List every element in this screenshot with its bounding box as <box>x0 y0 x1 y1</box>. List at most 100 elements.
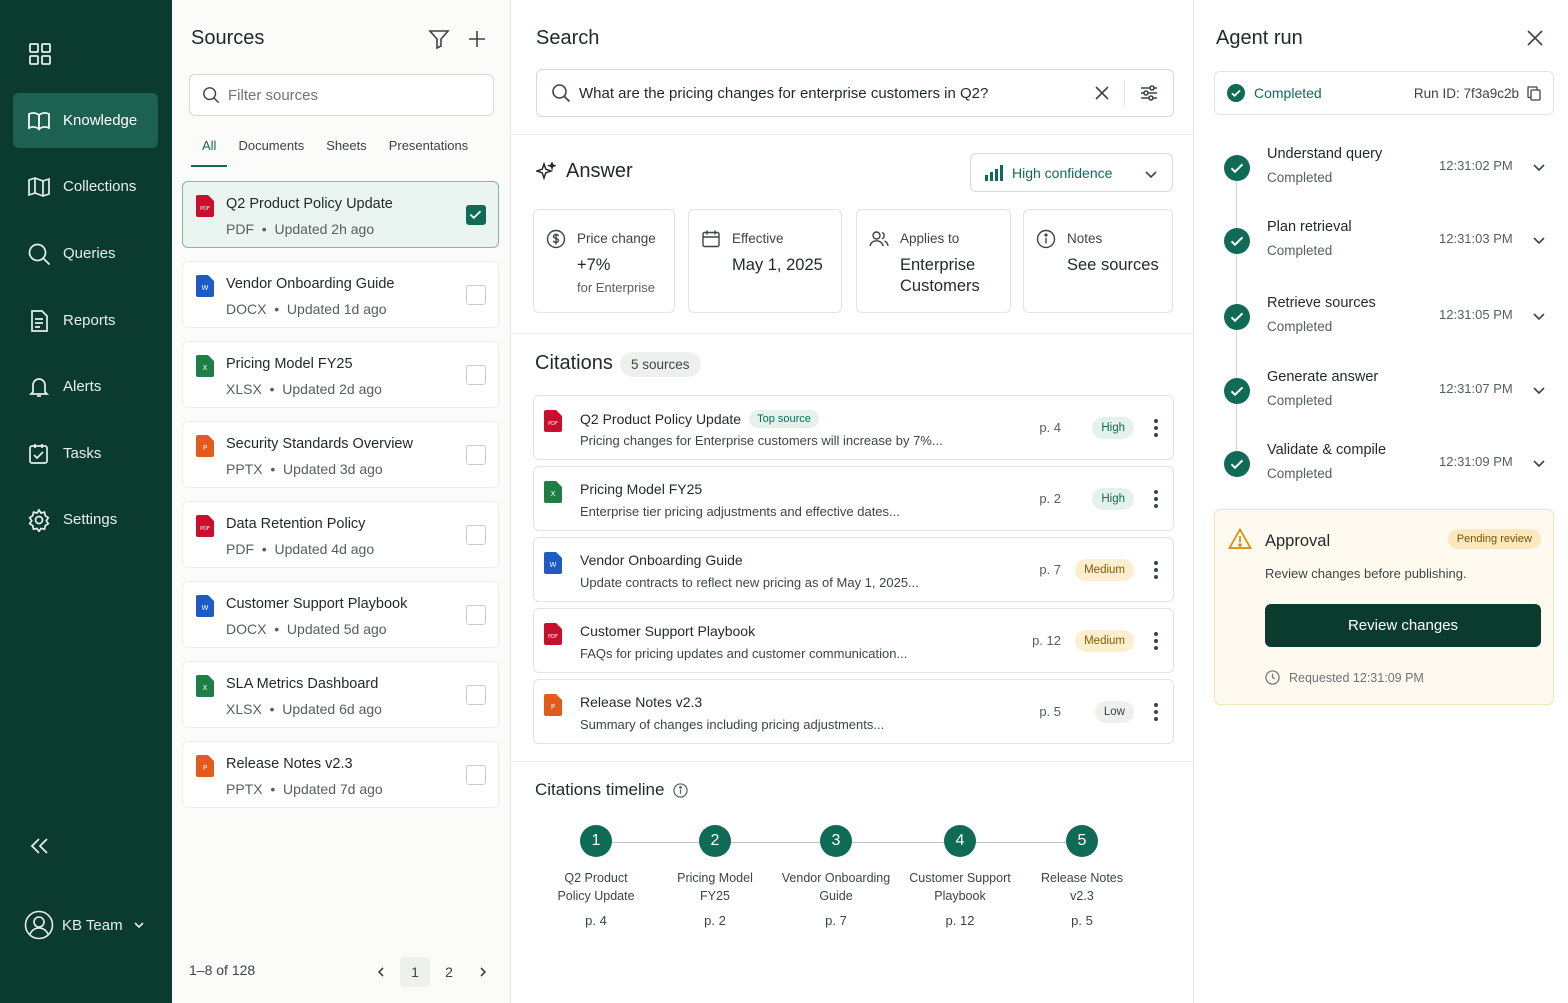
tab-documents[interactable]: Documents <box>227 138 315 167</box>
search-icon <box>552 84 571 103</box>
timeline-node[interactable]: 5 <box>1066 825 1098 857</box>
step-time: 12:31:03 PM <box>1439 231 1513 246</box>
more-vertical-icon[interactable] <box>1153 631 1159 651</box>
citation-item[interactable]: P Release Notes v2.3 Summary of changes … <box>533 679 1174 744</box>
source-checkbox[interactable] <box>466 285 486 305</box>
add-icon[interactable] <box>466 28 488 50</box>
filter-icon[interactable] <box>428 28 450 50</box>
nav-item-collections[interactable]: Collections <box>13 159 158 214</box>
grid-icon[interactable] <box>28 42 52 66</box>
nav-item-knowledge[interactable]: Knowledge <box>13 93 158 148</box>
team-switcher[interactable]: KB Team <box>24 910 145 940</box>
nav-item-settings[interactable]: Settings <box>13 492 158 547</box>
source-item[interactable]: P Security Standards Overview PPTX • Upd… <box>182 421 499 488</box>
nav-item-reports[interactable]: Reports <box>13 293 158 348</box>
source-item[interactable]: PDF Data Retention Policy PDF • Updated … <box>182 501 499 568</box>
calendar-icon <box>702 230 720 248</box>
timeline-node[interactable]: 2 <box>699 825 731 857</box>
more-vertical-icon[interactable] <box>1153 702 1159 722</box>
collapse-sidebar-icon[interactable] <box>27 834 51 858</box>
svg-text:X: X <box>203 684 208 692</box>
search-icon <box>203 87 220 104</box>
check-circle-icon <box>1224 228 1250 254</box>
step-name: Generate answer <box>1267 369 1379 385</box>
page-button-1[interactable]: 1 <box>400 957 430 987</box>
source-item[interactable]: W Vendor Onboarding Guide DOCX • Updated… <box>182 261 499 328</box>
source-checkbox[interactable] <box>466 445 486 465</box>
citation-item[interactable]: PDF Customer Support Playbook FAQs for p… <box>533 608 1174 673</box>
citation-item[interactable]: PDF Q2 Product Policy Update Top source P… <box>533 395 1174 460</box>
see-sources-link[interactable]: See sources <box>1067 255 1159 276</box>
timeline-node[interactable]: 4 <box>944 825 976 857</box>
timeline-node[interactable]: 1 <box>580 825 612 857</box>
chevron-down-icon <box>1145 171 1157 179</box>
chevron-down-icon[interactable] <box>1532 309 1546 323</box>
source-item[interactable]: X SLA Metrics Dashboard XLSX • Updated 6… <box>182 661 499 728</box>
divider <box>511 333 1193 334</box>
citation-item[interactable]: W Vendor Onboarding Guide Update contrac… <box>533 537 1174 602</box>
svg-text:W: W <box>202 604 209 612</box>
chevron-down-icon[interactable] <box>1532 233 1546 247</box>
source-name: Data Retention Policy <box>226 516 366 532</box>
prev-page-button[interactable] <box>366 957 396 987</box>
close-icon[interactable] <box>1093 84 1111 102</box>
close-icon[interactable] <box>1526 29 1544 47</box>
nav-item-alerts[interactable]: Alerts <box>13 359 158 414</box>
search-title: Search <box>536 27 600 49</box>
svg-text:PDF: PDF <box>548 634 558 640</box>
nav-item-queries[interactable]: Queries <box>13 226 158 281</box>
source-item[interactable]: P Release Notes v2.3 PPTX • Updated 7d a… <box>182 741 499 808</box>
check-circle-icon <box>1224 304 1250 330</box>
svg-text:P: P <box>551 703 555 711</box>
source-meta: PDF • Updated 2h ago <box>226 221 375 237</box>
source-checkbox[interactable] <box>466 205 486 225</box>
citation-item[interactable]: X Pricing Model FY25 Enterprise tier pri… <box>533 466 1174 531</box>
citation-list: PDF Q2 Product Policy Update Top source P… <box>533 395 1174 750</box>
source-checkbox[interactable] <box>466 685 486 705</box>
source-item[interactable]: W Customer Support Playbook DOCX • Updat… <box>182 581 499 648</box>
timeline-node[interactable]: 3 <box>820 825 852 857</box>
source-checkbox[interactable] <box>466 525 486 545</box>
filter-sources-input[interactable] <box>228 86 468 104</box>
more-vertical-icon[interactable] <box>1153 418 1159 438</box>
chevron-down-icon[interactable] <box>1532 456 1546 470</box>
source-checkbox[interactable] <box>466 765 486 785</box>
answer-title: Answer <box>536 160 633 183</box>
confidence-dropdown[interactable]: High confidence <box>970 153 1173 192</box>
citation-page: p. 2 <box>1039 491 1061 506</box>
tab-all[interactable]: All <box>191 138 228 167</box>
nav-label: Collections <box>63 178 137 195</box>
svg-text:W: W <box>550 561 557 569</box>
relevance-badge: High <box>1092 417 1134 439</box>
citation-name: Customer Support Playbook <box>580 623 756 639</box>
citation-page: p. 12 <box>1032 633 1061 648</box>
nav-label: Knowledge <box>63 112 138 129</box>
search-panel: Search Answer High confidence Price chan… <box>511 0 1193 1003</box>
search-input[interactable] <box>579 84 1079 102</box>
source-name: Vendor Onboarding Guide <box>226 276 395 292</box>
more-vertical-icon[interactable] <box>1153 489 1159 509</box>
source-item[interactable]: X Pricing Model FY25 XLSX • Updated 2d a… <box>182 341 499 408</box>
chevron-down-icon[interactable] <box>1532 383 1546 397</box>
info-icon[interactable] <box>673 782 689 798</box>
chevron-down-icon[interactable] <box>1532 160 1546 174</box>
xlsx-file-icon: X <box>196 675 214 697</box>
source-meta: XLSX • Updated 2d ago <box>226 381 382 397</box>
sliders-icon[interactable] <box>1139 83 1159 103</box>
tab-sheets[interactable]: Sheets <box>315 138 377 167</box>
citation-name: Release Notes v2.3 <box>580 694 703 710</box>
page-button-2[interactable]: 2 <box>434 957 464 987</box>
tab-presentations[interactable]: Presentations <box>378 138 480 167</box>
run-status-bar: Completed Run ID: 7f3a9c2b <box>1214 71 1554 115</box>
source-checkbox[interactable] <box>466 365 486 385</box>
next-page-button[interactable] <box>468 957 498 987</box>
citation-excerpt: Update contracts to reflect new pricing … <box>580 575 919 590</box>
check-circle-icon <box>1227 84 1245 102</box>
more-vertical-icon[interactable] <box>1153 560 1159 580</box>
source-meta: DOCX • Updated 1d ago <box>226 301 387 317</box>
source-item[interactable]: PDF Q2 Product Policy Update PDF • Updat… <box>182 181 499 248</box>
nav-item-tasks[interactable]: Tasks <box>13 426 158 481</box>
review-changes-button[interactable]: Review changes <box>1265 604 1541 647</box>
source-checkbox[interactable] <box>466 605 486 625</box>
copy-icon[interactable] <box>1527 86 1541 101</box>
